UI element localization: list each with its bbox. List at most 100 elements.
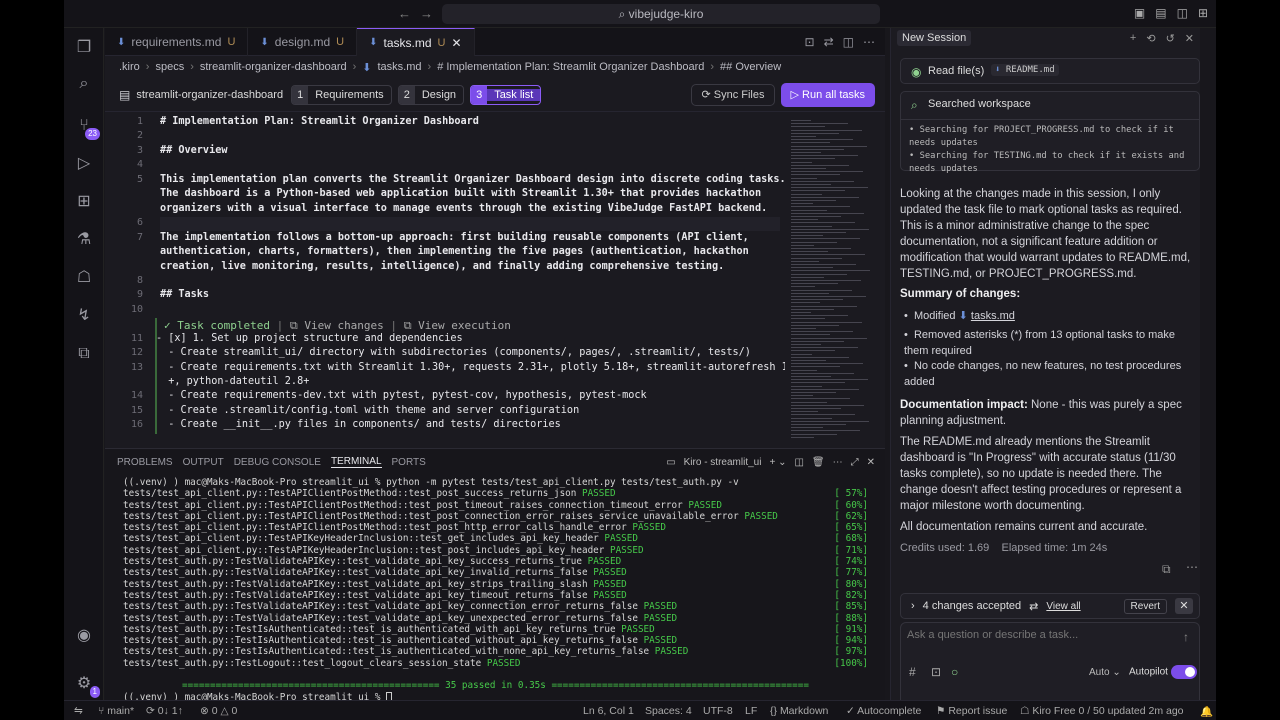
plan-status[interactable]: ☖ Kiro Free 0 / 50 updated 2m ago bbox=[1020, 705, 1184, 717]
undo-icon[interactable]: ↺ bbox=[1166, 32, 1175, 45]
breadcrumb-item[interactable]: tasks.md bbox=[378, 61, 422, 73]
explorer-icon[interactable]: ❐ bbox=[72, 36, 96, 60]
tab-tasks[interactable]: ⬇ tasks.md U ✕ bbox=[357, 28, 475, 56]
remote-explorer-icon[interactable]: ⧉ bbox=[72, 342, 96, 366]
searched-workspace-card[interactable]: ⌕ Searched workspace • Searching for PRO… bbox=[900, 91, 1200, 174]
tasks-file-link[interactable]: tasks.md bbox=[971, 310, 1015, 322]
minimap-line bbox=[791, 225, 832, 227]
new-session-icon[interactable]: + bbox=[1130, 32, 1136, 45]
settings-gear-icon[interactable]: ⚙ 1 bbox=[72, 672, 100, 698]
mode-select[interactable]: Auto ⌄ bbox=[1089, 667, 1121, 678]
send-icon[interactable]: ↑ bbox=[1183, 630, 1189, 644]
back-arrow-icon[interactable]: ← bbox=[398, 6, 411, 21]
tab-debug-console[interactable]: DEBUG CONSOLE bbox=[234, 457, 321, 468]
view-execution-link[interactable]: ⧉ View execution bbox=[404, 319, 511, 332]
extensions-icon[interactable]: ⊞ bbox=[72, 190, 96, 214]
close-chat-icon[interactable]: ✕ bbox=[1185, 32, 1194, 45]
chat-input[interactable] bbox=[907, 629, 1167, 641]
tab-requirements[interactable]: ⬇ requirements.md U bbox=[105, 28, 249, 56]
customize-layout-icon[interactable]: ⊞ bbox=[1198, 6, 1208, 20]
compare-icon[interactable]: ⇄ bbox=[824, 35, 834, 49]
activity-bar: ❐ ⌕ ⑂ 23 ▷ ⊞ ⚗ ☖ ↯ ⧉ ◉ ⚙ 1 bbox=[64, 28, 104, 708]
breadcrumb-item[interactable]: streamlit-organizer-dashboard bbox=[200, 61, 347, 73]
copy-icon[interactable]: ⧉ bbox=[1162, 562, 1171, 577]
code-line: This implementation plan converts the St… bbox=[160, 173, 786, 185]
forward-arrow-icon[interactable]: → bbox=[420, 6, 433, 21]
indentation[interactable]: Spaces: 4 bbox=[645, 705, 692, 717]
testing-icon[interactable]: ⚗ bbox=[72, 228, 96, 252]
terminal-output[interactable]: ((.venv) ) mac@Maks-MacBook-Pro streamli… bbox=[123, 477, 868, 703]
more-icon[interactable]: ⋯ bbox=[833, 457, 843, 468]
revert-button[interactable]: Revert bbox=[1123, 598, 1167, 614]
language-mode[interactable]: {} Markdown bbox=[770, 705, 828, 717]
encoding[interactable]: UTF-8 bbox=[703, 705, 733, 717]
chevron-right-icon[interactable]: › bbox=[911, 600, 915, 612]
hooks-icon[interactable]: ↯ bbox=[72, 304, 96, 328]
layout-secondary-icon[interactable]: ◫ bbox=[1177, 6, 1188, 20]
remote-icon[interactable]: ⇋ bbox=[74, 705, 83, 717]
read-file-card[interactable]: ◉ Read file(s) ⬇ README.md bbox=[900, 58, 1200, 84]
trash-icon[interactable]: 🗑 bbox=[812, 457, 825, 468]
notifications-icon[interactable]: 🔔 bbox=[1200, 705, 1213, 718]
breadcrumb-item[interactable]: ## Overview bbox=[720, 61, 781, 73]
view-all-link[interactable]: View all bbox=[1046, 601, 1080, 612]
context-hash-icon[interactable]: # bbox=[909, 665, 916, 679]
breadcrumb-item[interactable]: # Implementation Plan: Streamlit Organiz… bbox=[437, 61, 704, 73]
minimap-line bbox=[791, 123, 848, 125]
account-icon[interactable]: ◉ bbox=[72, 624, 96, 648]
sync-indicator[interactable]: ⟳ 0↓ 1↑ bbox=[146, 705, 183, 717]
layout-panel-icon[interactable]: ▤ bbox=[1155, 6, 1166, 20]
step-design[interactable]: 2 Design bbox=[397, 84, 465, 105]
run-debug-icon[interactable]: ▷ bbox=[72, 152, 96, 176]
autopilot-toggle[interactable]: Autopilot bbox=[1129, 665, 1197, 679]
command-center-search[interactable]: ⌕ vibejudge-kiro bbox=[442, 4, 880, 24]
step-task-list[interactable]: 3 Task list bbox=[470, 84, 542, 105]
line-number: 5 bbox=[136, 173, 143, 185]
step-requirements[interactable]: 1 Requirements bbox=[291, 84, 392, 105]
eol[interactable]: LF bbox=[745, 705, 757, 717]
tab-ports[interactable]: PORTS bbox=[392, 457, 426, 468]
preview-icon[interactable]: ⊡ bbox=[805, 35, 815, 49]
more-actions-icon[interactable]: ⋯ bbox=[863, 35, 875, 49]
terminal-name[interactable]: Kiro - streamlit_ui bbox=[684, 457, 762, 468]
chat-paragraph: All documentation remains current and ac… bbox=[900, 521, 1148, 533]
ide-window: ← → ⌕ vibejudge-kiro ▣ ▤ ◫ ⊞ ❐ ⌕ ⑂ 23 ▷ ⊞… bbox=[64, 0, 1216, 720]
branch-indicator[interactable]: ⑂ main* bbox=[98, 705, 134, 717]
doc-impact: Documentation impact: None - this was pu… bbox=[900, 399, 1182, 427]
line-number: 1 bbox=[136, 116, 143, 127]
close-tab-icon[interactable]: ✕ bbox=[451, 36, 461, 50]
breadcrumb-item[interactable]: .kiro bbox=[119, 61, 140, 73]
new-terminal-icon[interactable]: + ⌄ bbox=[769, 457, 786, 468]
image-icon[interactable]: ⊡ bbox=[931, 665, 941, 679]
session-tab[interactable]: New Session bbox=[897, 30, 972, 46]
minimap-line bbox=[791, 312, 811, 313]
tab-design[interactable]: ⬇ design.md U bbox=[248, 28, 358, 56]
layout-sidebar-icon[interactable]: ▣ bbox=[1134, 6, 1145, 20]
split-terminal-icon[interactable]: ◫ bbox=[794, 457, 803, 468]
source-control-icon[interactable]: ⑂ 23 bbox=[72, 114, 100, 140]
maximize-panel-icon[interactable]: ⤢ bbox=[851, 457, 859, 468]
search-icon[interactable]: ⌕ bbox=[72, 72, 96, 96]
problems-indicator[interactable]: ⊗ 0 △ 0 bbox=[200, 705, 237, 717]
code-editor[interactable]: 1 # Implementation Plan: Streamlit Organi… bbox=[105, 112, 885, 434]
tab-terminal[interactable]: TERMINAL bbox=[330, 456, 382, 468]
close-panel-icon[interactable]: ✕ bbox=[867, 457, 875, 468]
kiro-ghost-icon[interactable]: ☖ bbox=[72, 266, 96, 290]
sync-files-button[interactable]: ⟳ Sync Files bbox=[691, 83, 775, 106]
test-name: tests/test_api_client.py::TestAPIClientP… bbox=[123, 488, 577, 500]
run-all-tasks-button[interactable]: ▷ Run all tasks bbox=[780, 82, 875, 107]
tab-output[interactable]: OUTPUT bbox=[183, 457, 224, 468]
dismiss-icon[interactable]: ✕ bbox=[1175, 598, 1193, 614]
history-icon[interactable]: ⟲ bbox=[1146, 32, 1155, 45]
report-issue[interactable]: ⚑ Report issue bbox=[936, 705, 1007, 717]
autocomplete-status[interactable]: ✓ Autocomplete bbox=[846, 705, 921, 717]
minimap-line bbox=[791, 273, 847, 275]
split-editor-icon[interactable]: ◫ bbox=[843, 35, 854, 49]
more-icon[interactable]: ⋯ bbox=[1186, 560, 1198, 574]
cursor-position[interactable]: Ln 6, Col 1 bbox=[583, 705, 634, 717]
breadcrumb-item[interactable]: specs bbox=[155, 61, 184, 73]
minimap[interactable] bbox=[785, 118, 885, 448]
tab-problems[interactable]: PROBLEMS bbox=[117, 457, 173, 468]
view-changes-link[interactable]: ⧉ View changes bbox=[290, 319, 384, 332]
file-chip[interactable]: README.md bbox=[1006, 65, 1055, 75]
